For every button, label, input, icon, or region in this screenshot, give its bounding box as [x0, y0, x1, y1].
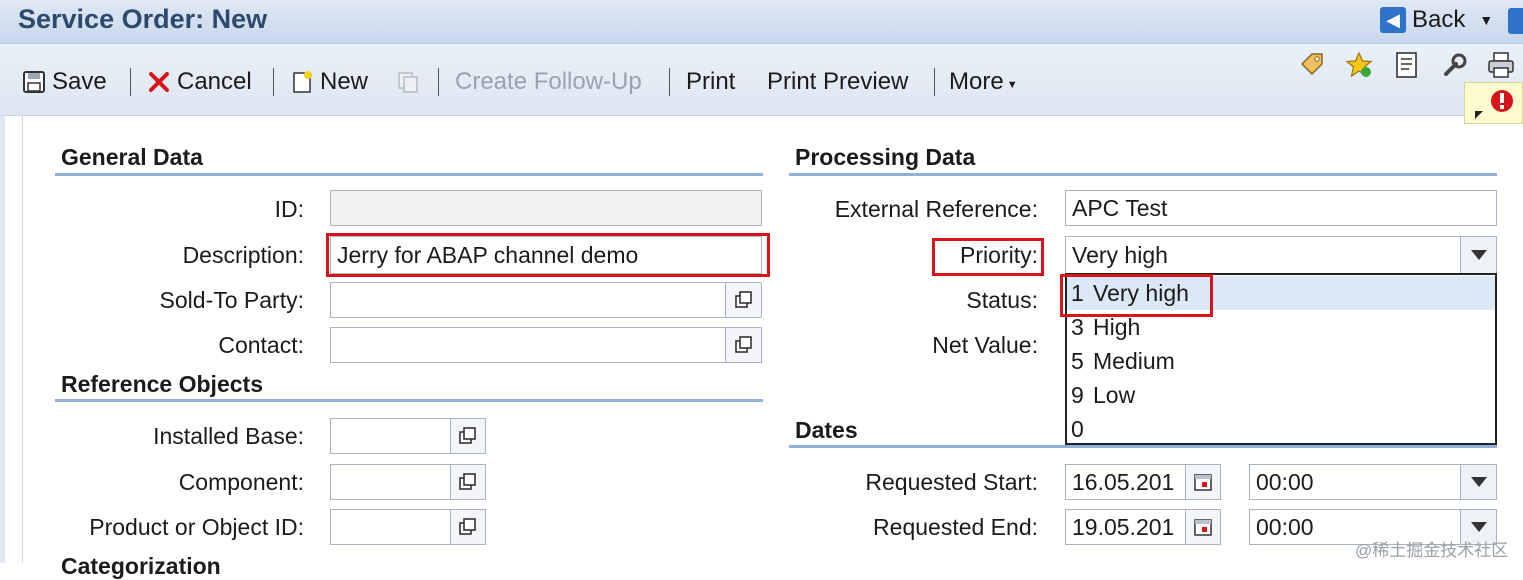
left-border	[0, 116, 5, 563]
value-help-icon[interactable]	[450, 464, 486, 500]
option-text: Low	[1093, 381, 1136, 408]
cancel-button[interactable]: Cancel	[147, 66, 252, 98]
requested-start-label: Requested Start:	[865, 469, 1038, 495]
section-underline	[55, 399, 763, 402]
highlight-box-description	[326, 233, 770, 277]
id-field[interactable]	[330, 190, 762, 226]
toolbar-separator	[934, 68, 935, 96]
requested-end-label: Requested End:	[873, 514, 1038, 540]
chevron-down-icon[interactable]: ▼	[1479, 12, 1493, 28]
value-help-icon[interactable]	[450, 509, 486, 545]
window-icon[interactable]	[1508, 8, 1523, 34]
tag-icon[interactable]	[1298, 50, 1328, 80]
chevron-down-icon[interactable]	[1460, 464, 1497, 500]
error-icon	[1475, 90, 1513, 119]
section-underline	[55, 173, 763, 176]
toolbar-separator	[669, 68, 670, 96]
message-indicator[interactable]	[1464, 82, 1523, 124]
priority-option-5[interactable]: 5 Medium	[1067, 344, 1495, 378]
value-help-icon[interactable]	[725, 282, 762, 318]
more-label: More	[949, 68, 1004, 95]
option-key: 9	[1071, 381, 1084, 408]
print-preview-button[interactable]: Print Preview	[767, 66, 908, 98]
toolbar: Save Cancel New Create Follow-Up Print P…	[0, 44, 1523, 116]
external-reference-label: External Reference:	[834, 196, 1038, 222]
favorite-star-icon[interactable]	[1344, 50, 1374, 80]
highlight-box-priority	[932, 238, 1044, 276]
requested-start-time-select[interactable]: 00:00	[1249, 464, 1461, 500]
option-key: 3	[1071, 313, 1084, 340]
print-button[interactable]: Print	[686, 66, 735, 98]
requested-end-date-field[interactable]: 19.05.201	[1065, 509, 1187, 545]
calendar-icon[interactable]	[1185, 464, 1221, 500]
chevron-down-icon: ▼	[1006, 79, 1018, 91]
floppy-disk-icon	[22, 70, 46, 94]
section-title-processing-data: Processing Data	[795, 144, 976, 170]
sold-to-party-label: Sold-To Party:	[159, 287, 304, 313]
back-arrow-icon: ◀	[1380, 7, 1406, 33]
option-key: 0	[1071, 415, 1084, 442]
option-key: 5	[1071, 347, 1084, 374]
cancel-x-icon	[147, 70, 171, 94]
id-label: ID:	[274, 196, 304, 222]
left-divider	[22, 116, 23, 563]
installed-base-label: Installed Base:	[153, 423, 304, 449]
back-label: Back	[1412, 6, 1466, 33]
section-title-dates: Dates	[795, 417, 858, 443]
toolbar-separator	[273, 68, 274, 96]
priority-option-9[interactable]: 9 Low	[1067, 378, 1495, 412]
external-reference-field[interactable]: APC Test	[1065, 190, 1497, 226]
section-title-categorization: Categorization	[61, 553, 221, 579]
printer-icon[interactable]	[1486, 50, 1516, 80]
net-value-label: Net Value:	[932, 332, 1038, 358]
priority-select[interactable]: Very high	[1065, 236, 1461, 274]
notes-icon[interactable]	[1392, 50, 1422, 80]
contact-field[interactable]	[330, 327, 726, 363]
option-text: Medium	[1093, 347, 1175, 374]
option-text: High	[1093, 313, 1141, 340]
watermark: @稀土掘金技术社区	[1355, 541, 1509, 560]
page-title: Service Order: New	[18, 4, 268, 34]
section-title-reference-objects: Reference Objects	[61, 371, 263, 397]
component-label: Component:	[178, 469, 304, 495]
chevron-down-icon[interactable]	[1460, 236, 1497, 274]
more-button[interactable]: More ▼	[949, 66, 1018, 98]
new-label: New	[320, 68, 369, 95]
highlight-box-very-high	[1060, 274, 1213, 317]
component-field[interactable]	[330, 464, 452, 500]
new-button[interactable]: New	[290, 66, 368, 98]
toolbar-separator	[438, 68, 439, 96]
toolbar-separator	[130, 68, 131, 96]
create-follow-up-button[interactable]: Create Follow-Up	[455, 66, 642, 98]
cancel-label: Cancel	[177, 68, 252, 95]
save-button[interactable]: Save	[22, 66, 107, 98]
sold-to-party-field[interactable]	[330, 282, 726, 318]
calendar-icon[interactable]	[1185, 509, 1221, 545]
product-or-object-id-field[interactable]	[330, 509, 452, 545]
new-document-icon	[290, 70, 314, 94]
requested-start-date-field[interactable]: 16.05.201	[1065, 464, 1187, 500]
copy-button[interactable]	[396, 66, 426, 98]
value-help-icon[interactable]	[450, 418, 486, 454]
contact-label: Contact:	[218, 332, 304, 358]
section-underline	[789, 173, 1497, 176]
installed-base-field[interactable]	[330, 418, 452, 454]
section-title-general-data: General Data	[61, 144, 203, 170]
copy-icon	[396, 70, 420, 94]
save-label: Save	[52, 68, 107, 95]
description-label: Description:	[182, 242, 304, 268]
product-or-object-id-label: Product or Object ID:	[89, 514, 304, 540]
value-help-icon[interactable]	[725, 327, 762, 363]
status-label: Status:	[966, 287, 1038, 313]
back-button[interactable]: ◀ Back ▼	[1380, 6, 1493, 34]
personalize-wrench-icon[interactable]	[1440, 50, 1470, 80]
priority-option-0[interactable]: 0	[1067, 412, 1495, 446]
